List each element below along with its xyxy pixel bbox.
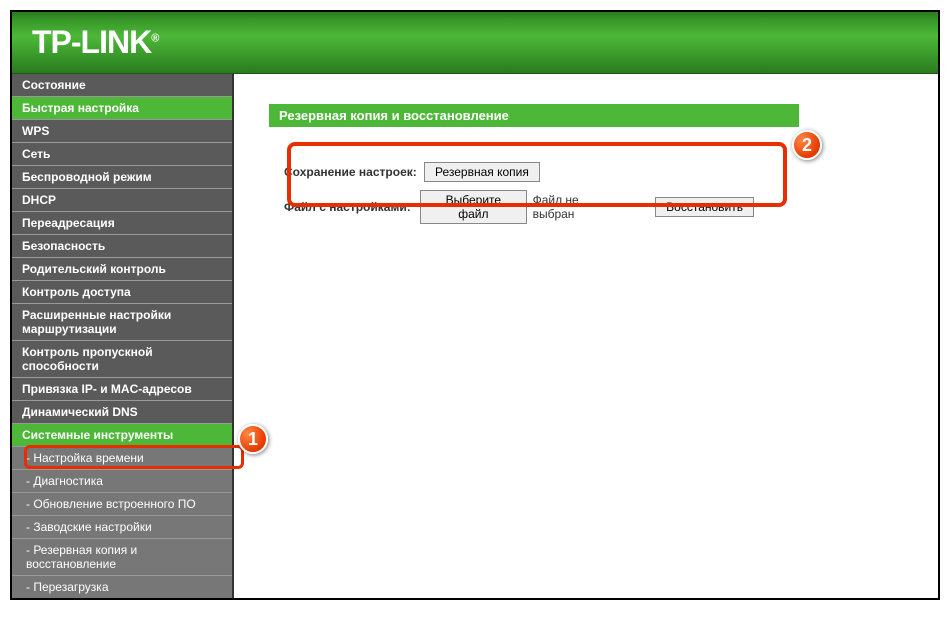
backup-button[interactable]: Резервная копия	[424, 162, 540, 182]
sidebar-item-16[interactable]: - Диагностика	[12, 470, 232, 493]
annotation-callout-1: 1	[238, 424, 268, 454]
sidebar: СостояниеБыстрая настройкаWPSСетьБеспров…	[12, 74, 234, 598]
sidebar-item-8[interactable]: Родительский контроль	[12, 258, 232, 281]
annotation-callout-2: 2	[792, 130, 822, 160]
sidebar-item-17[interactable]: - Обновление встроенного ПО	[12, 493, 232, 516]
backup-label: Сохранение настроек:	[284, 165, 424, 179]
logo: TP-LINK®	[32, 24, 158, 61]
sidebar-item-20[interactable]: - Перезагрузка	[12, 576, 232, 598]
restore-label: Файл с настройками:	[284, 200, 420, 214]
sidebar-item-19[interactable]: - Резервная копия и восстановление	[12, 539, 232, 576]
sidebar-item-18[interactable]: - Заводские настройки	[12, 516, 232, 539]
sidebar-item-14[interactable]: Системные инструменты	[12, 424, 232, 447]
file-status-text: Файл не выбран	[533, 193, 620, 221]
sidebar-item-15[interactable]: - Настройка времени	[12, 447, 232, 470]
sidebar-item-0[interactable]: Состояние	[12, 74, 232, 97]
page-title: Резервная копия и восстановление	[269, 104, 799, 127]
main-content: Резервная копия и восстановление Сохране…	[234, 74, 938, 598]
sidebar-item-10[interactable]: Расширенные настройки маршрутизации	[12, 304, 232, 341]
sidebar-item-7[interactable]: Безопасность	[12, 235, 232, 258]
restore-button[interactable]: Восстановить	[655, 197, 754, 217]
sidebar-item-3[interactable]: Сеть	[12, 143, 232, 166]
backup-row: Сохранение настроек: Резервная копия	[284, 162, 754, 182]
sidebar-item-2[interactable]: WPS	[12, 120, 232, 143]
sidebar-item-6[interactable]: Переадресация	[12, 212, 232, 235]
sidebar-item-9[interactable]: Контроль доступа	[12, 281, 232, 304]
sidebar-item-11[interactable]: Контроль пропускной способности	[12, 341, 232, 378]
backup-restore-form: Сохранение настроек: Резервная копия Фай…	[269, 152, 769, 242]
header: TP-LINK®	[12, 12, 938, 74]
sidebar-item-5[interactable]: DHCP	[12, 189, 232, 212]
sidebar-item-1[interactable]: Быстрая настройка	[12, 97, 232, 120]
sidebar-item-13[interactable]: Динамический DNS	[12, 401, 232, 424]
restore-row: Файл с настройками: Выберите файл Файл н…	[284, 190, 754, 224]
choose-file-button[interactable]: Выберите файл	[420, 190, 526, 224]
sidebar-item-12[interactable]: Привязка IP- и MAC-адресов	[12, 378, 232, 401]
sidebar-item-4[interactable]: Беспроводной режим	[12, 166, 232, 189]
